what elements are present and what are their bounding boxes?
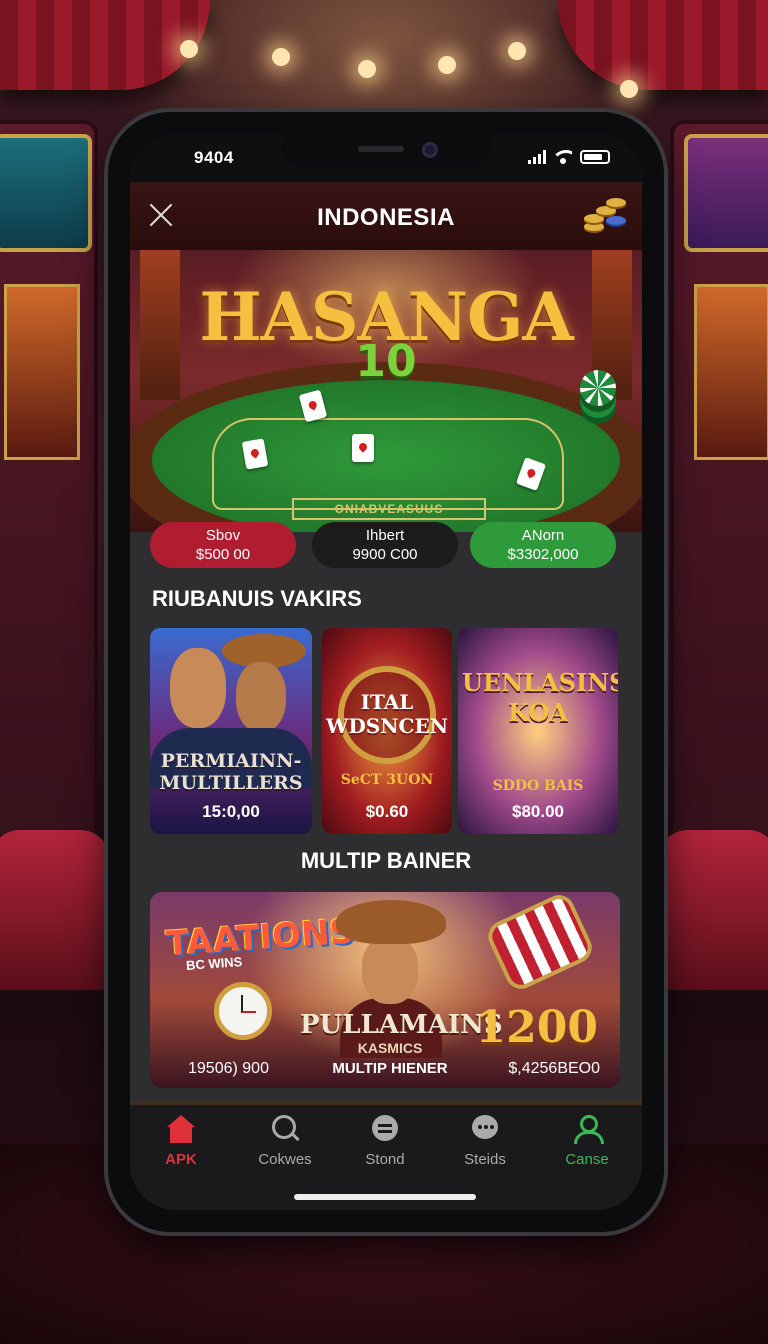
slot-machine-left <box>0 120 98 948</box>
tab-stond[interactable]: Stond <box>340 1115 430 1168</box>
tab-label: Cokwes <box>258 1151 312 1168</box>
wifi-icon <box>554 150 572 164</box>
tag-value: $3302,000 <box>507 546 579 563</box>
home-indicator[interactable] <box>294 1194 476 1200</box>
banner-name: PULLAMAINS <box>300 1010 503 1040</box>
signal-icon <box>528 150 546 164</box>
camera-icon <box>422 142 438 158</box>
game-logo-number: 10 <box>355 336 417 387</box>
curtain-right <box>558 0 768 90</box>
tab-label: Stond <box>365 1151 405 1168</box>
banner-multiplier: MULTIP HIENER <box>332 1060 448 1077</box>
tile-subtitle: SeCT 3UON <box>340 772 434 788</box>
banner-left-value: 19506) 900 <box>188 1060 269 1077</box>
game-tile[interactable]: PERMIAINN-MULTILLERS 15:0,00 <box>150 628 312 834</box>
section-title: RIUBANUIS VAKIRS <box>152 586 362 611</box>
tab-apk[interactable]: APK <box>136 1115 226 1168</box>
tile-price: $80.00 <box>512 802 564 821</box>
tag-name: Ihbert <box>365 527 405 544</box>
speaker <box>358 146 404 152</box>
tag-value: 9900 C00 <box>352 546 418 563</box>
search-icon <box>268 1115 302 1145</box>
app-header: INDONESIA <box>130 182 642 250</box>
banner-subtitle: BC WINS <box>185 954 243 973</box>
status-time: 9404 <box>194 148 234 167</box>
stage-light <box>620 80 638 98</box>
tile-title: PERMIAINN-MULTILLERS <box>159 750 303 794</box>
tab-label: Steids <box>464 1151 506 1168</box>
tile-price: 15:0,00 <box>202 802 260 821</box>
table-label: ONIABVEASUUS <box>292 498 486 520</box>
status-icons <box>528 150 610 164</box>
stage-light <box>272 48 290 66</box>
tile-title: UENLASINS KOA <box>462 668 618 727</box>
stool-left <box>0 830 110 990</box>
slot-machine-right <box>670 120 768 948</box>
tile-title: ITAL WDSNCEN <box>326 690 448 738</box>
tab-canse[interactable]: Canse <box>542 1115 632 1168</box>
tab-steids[interactable]: Steids <box>440 1115 530 1168</box>
featured-game-banner[interactable]: ONIABVEASUUS HASANGA 10 <box>130 250 642 532</box>
chat-icon <box>468 1115 502 1145</box>
promo-banner[interactable]: TAATIONS BC WINS PULLAMAINS KASMICS MULT… <box>150 892 620 1088</box>
stool-right <box>658 830 768 990</box>
stage-light <box>438 56 456 74</box>
phone-frame: 9404 INDONESIA ONIABVEASUUS HASANGA 10 S… <box>108 112 664 1232</box>
phone-screen: 9404 INDONESIA ONIABVEASUUS HASANGA 10 S… <box>130 134 642 1210</box>
tag-value: $500 00 <box>195 546 251 563</box>
tab-label: APK <box>165 1151 197 1168</box>
tag-name: ANorn <box>521 527 565 544</box>
tab-label: Canse <box>565 1151 609 1168</box>
tile-price: $0.60 <box>365 802 409 821</box>
notch <box>282 134 490 168</box>
stage-light <box>508 42 526 60</box>
tag-name: Sbov <box>205 527 241 544</box>
jackpot-tag-red[interactable]: Sbov $500 00 <box>150 522 296 568</box>
page-title: INDONESIA <box>317 204 455 231</box>
tile-subtitle: SDDO BAIS <box>492 778 584 794</box>
stage-light <box>180 40 198 58</box>
user-icon <box>570 1115 604 1145</box>
game-tile[interactable]: ITAL WDSNCEN SeCT 3UON $0.60 <box>322 628 452 834</box>
exchange-icon <box>368 1115 402 1145</box>
coin-roll-icon <box>483 892 597 995</box>
curtain-left <box>0 0 210 90</box>
game-tile[interactable]: UENLASINS KOA SDDO BAIS $80.00 <box>458 628 618 834</box>
card-icon <box>352 434 374 462</box>
home-icon <box>164 1115 198 1145</box>
card-icon <box>241 438 269 470</box>
stage-light <box>358 60 376 78</box>
clock-icon <box>214 982 272 1040</box>
coins-icon[interactable] <box>580 194 628 238</box>
banner-name-sub: KASMICS <box>357 1040 423 1056</box>
card-table: ONIABVEASUUS <box>130 362 642 532</box>
banner-big-value: 1200 <box>475 1002 598 1053</box>
banner-right-value: $,4256BEO0 <box>508 1060 600 1077</box>
section-title: MULTIP BAINER <box>300 848 472 873</box>
jackpot-tag-dark[interactable]: Ihbert 9900 C00 <box>312 522 458 568</box>
battery-icon <box>580 150 610 164</box>
jackpot-tag-green[interactable]: ANorn $3302,000 <box>470 522 616 568</box>
tab-cokwes[interactable]: Cokwes <box>240 1115 330 1168</box>
